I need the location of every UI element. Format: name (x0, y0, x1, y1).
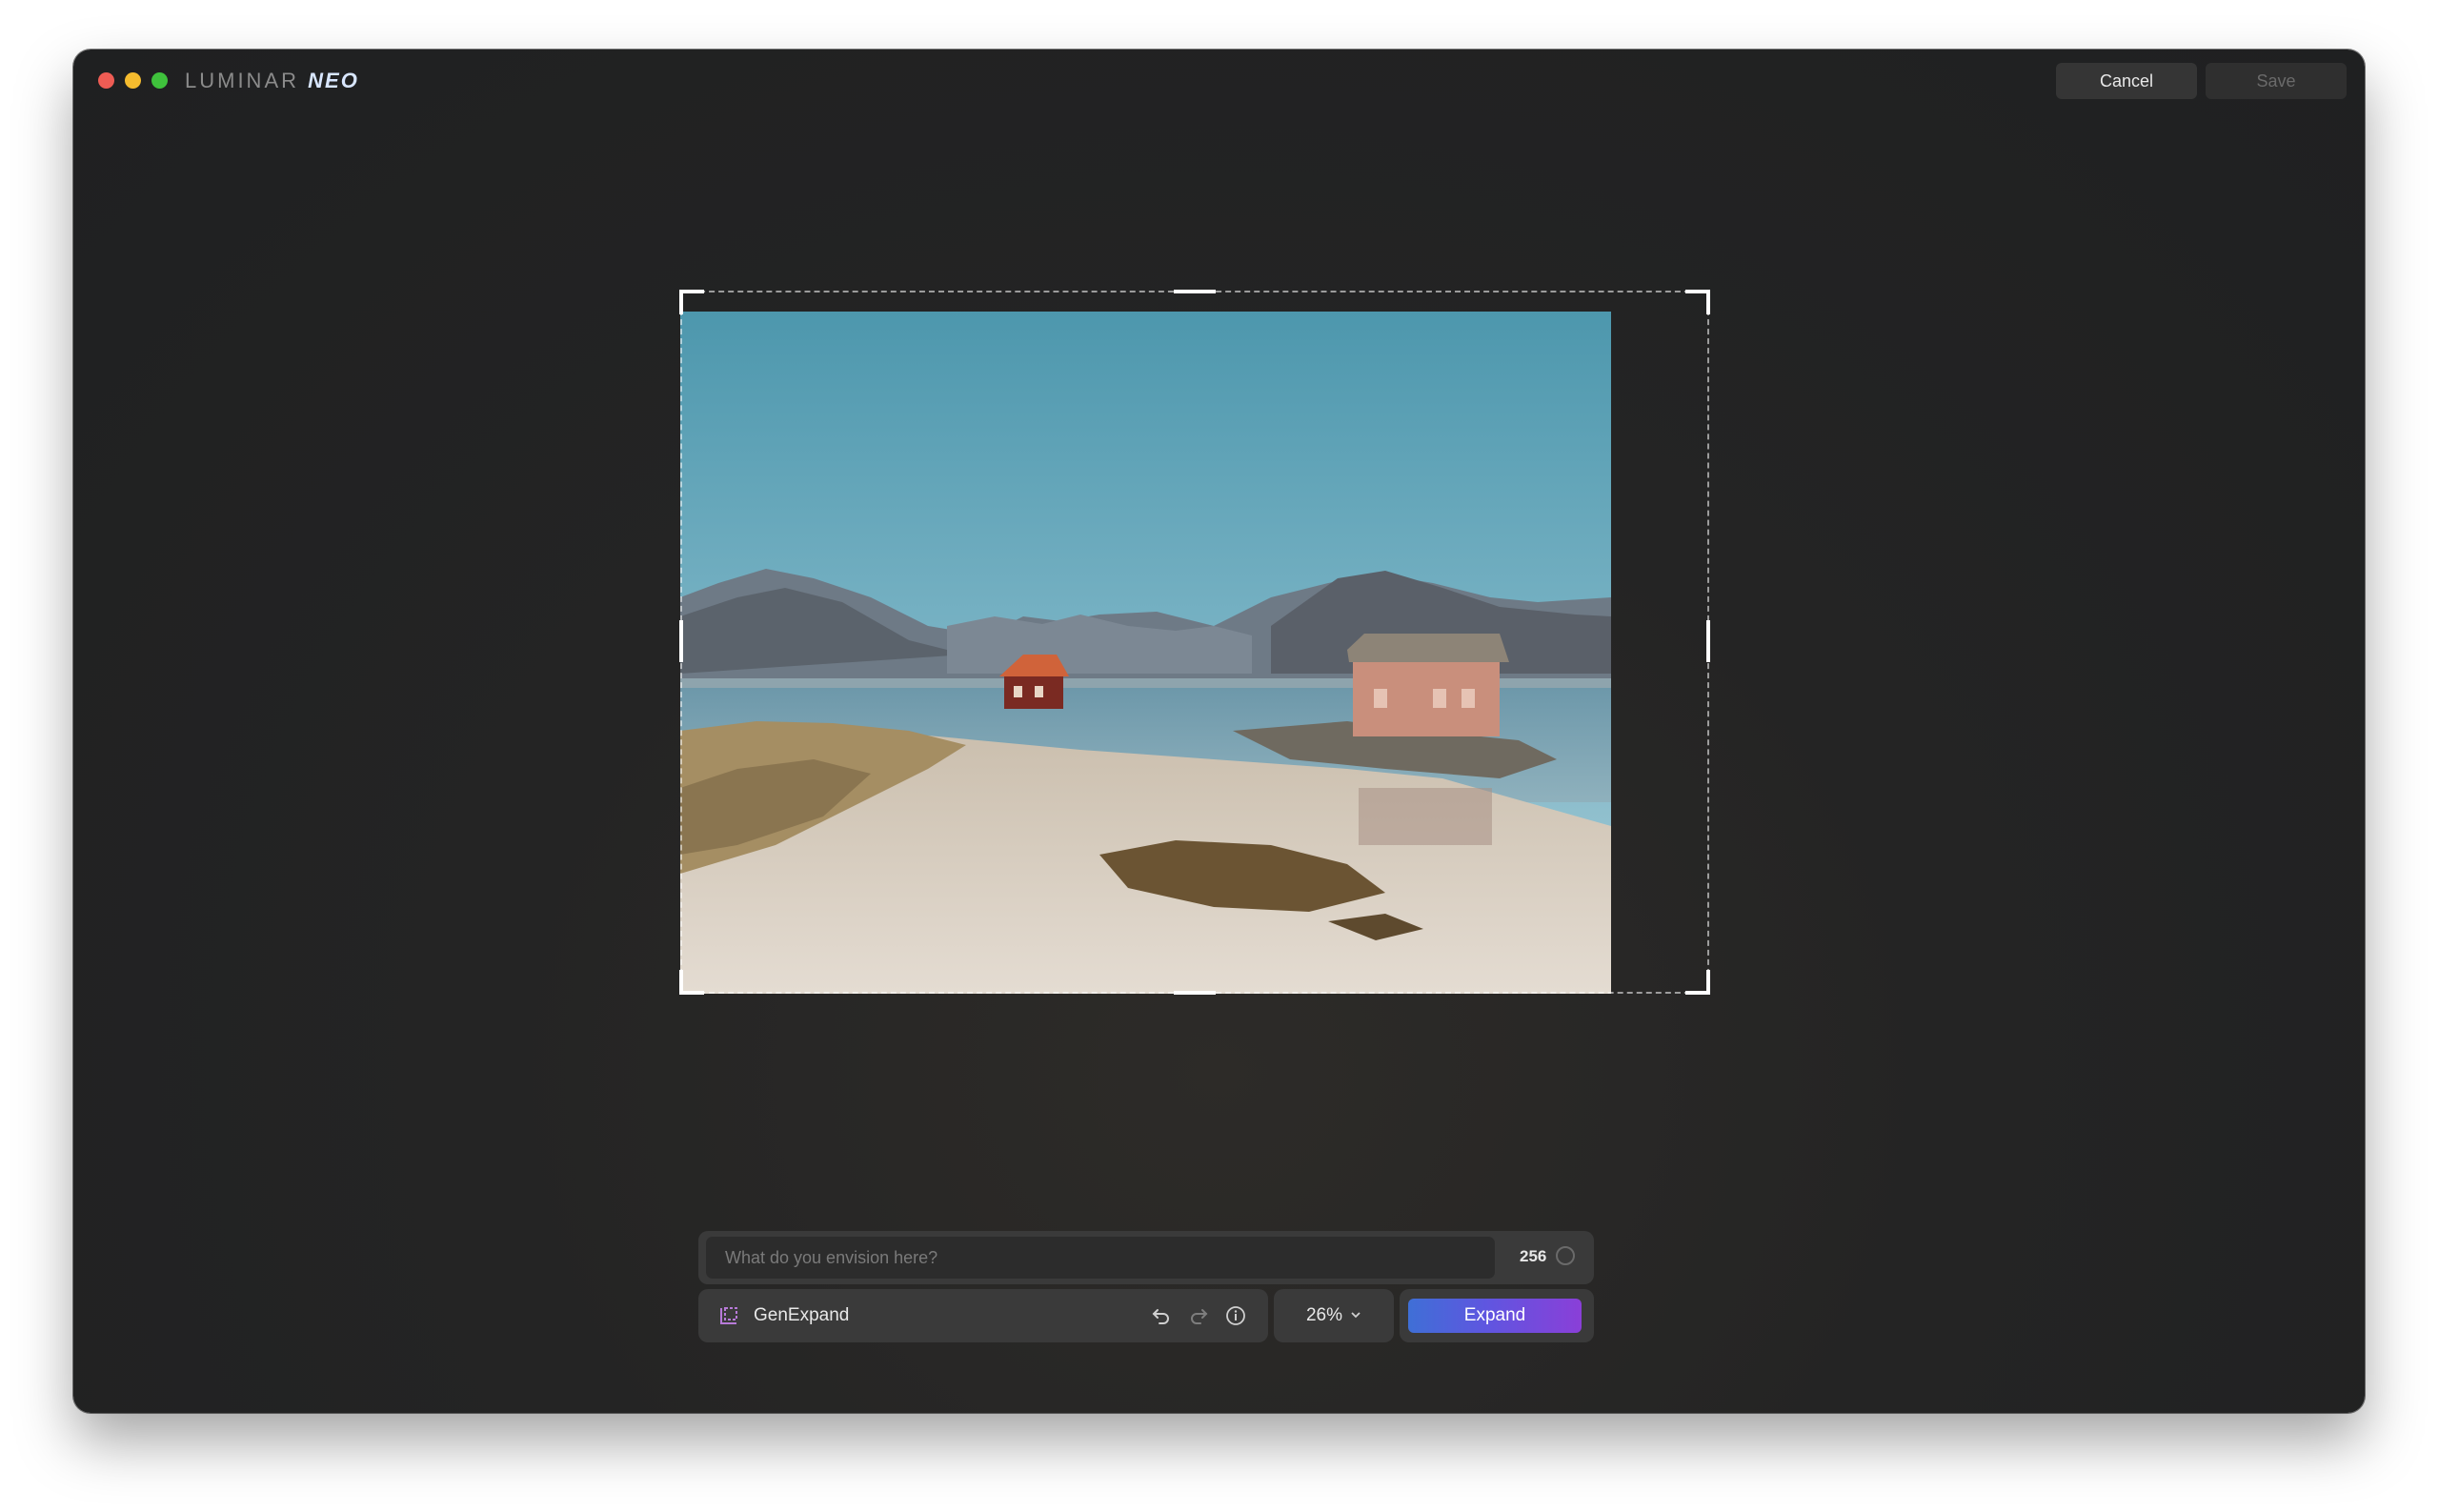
crop-handle-top-right[interactable] (1685, 290, 1710, 314)
expand-button[interactable]: Expand (1408, 1299, 1582, 1333)
expand-panel: Expand (1400, 1289, 1594, 1342)
zoom-window-button[interactable] (151, 72, 168, 89)
zoom-value: 26% (1305, 1305, 1343, 1325)
crop-handle-bottom-left[interactable] (679, 970, 704, 995)
info-icon[interactable] (1224, 1304, 1247, 1327)
close-window-button[interactable] (98, 72, 114, 89)
tool-name: GenExpand (754, 1305, 850, 1325)
prompt-input[interactable] (706, 1237, 1495, 1279)
brand-accent: NEO (308, 69, 359, 92)
undo-icon[interactable] (1150, 1304, 1173, 1327)
brand-main: LUMINAR (185, 69, 300, 92)
minimize-window-button[interactable] (125, 72, 141, 89)
prompt-bar: 256 (698, 1231, 1594, 1284)
expand-frame[interactable] (679, 290, 1710, 995)
save-button[interactable]: Save (2206, 63, 2347, 99)
crop-handle-bottom[interactable] (1174, 991, 1216, 995)
tool-panel: GenExpand (698, 1289, 1268, 1342)
crop-handle-top-left[interactable] (679, 290, 704, 314)
cancel-button[interactable]: Cancel (2056, 63, 2197, 99)
chevron-down-icon (1350, 1305, 1361, 1326)
expand-crop-icon (717, 1304, 740, 1332)
window-controls (98, 72, 168, 89)
app-logo: LUMINAR NEO (185, 69, 359, 93)
crop-handle-bottom-right[interactable] (1685, 970, 1710, 995)
crop-handle-top[interactable] (1174, 290, 1216, 293)
crop-handle-left[interactable] (679, 620, 683, 662)
crop-handle-right[interactable] (1706, 620, 1710, 662)
zoom-select[interactable]: 26% (1274, 1289, 1394, 1342)
char-counter: 256 (1520, 1247, 1547, 1265)
redo-icon[interactable] (1187, 1304, 1210, 1327)
char-counter-ring-icon (1556, 1246, 1575, 1265)
